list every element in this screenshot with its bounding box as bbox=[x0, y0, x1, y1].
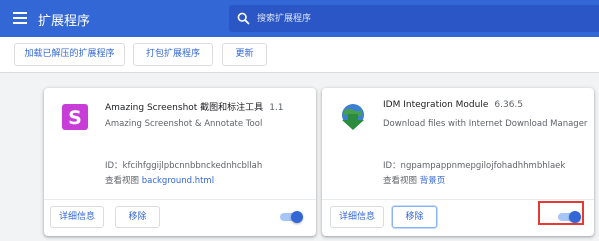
extension-description: Download files with Internet Download Ma… bbox=[383, 119, 588, 129]
svg-text:S: S bbox=[68, 107, 82, 129]
load-unpacked-button[interactable]: 加载已解压的扩展程序 bbox=[14, 43, 125, 66]
idm-globe-logo-icon bbox=[342, 104, 364, 130]
views-label: 查看视图 bbox=[105, 176, 140, 186]
extension-name: Amazing Screenshot 截图和标注工具 1.1 bbox=[105, 103, 284, 113]
extension-description: Amazing Screenshot & Annotate Tool bbox=[105, 119, 263, 129]
views-label: 查看视图 bbox=[383, 176, 418, 186]
card-footer: 详细信息 移除 bbox=[44, 199, 316, 236]
search-box[interactable] bbox=[229, 5, 599, 32]
background-page-link[interactable]: 背景页 bbox=[420, 176, 446, 186]
developer-toolbar: 加载已解压的扩展程序 打包扩展程序 更新 bbox=[0, 37, 599, 73]
hamburger-menu-icon[interactable] bbox=[13, 12, 27, 24]
extension-id: ID：ngpampappnmepgilojfohadhhmbhlaek bbox=[383, 161, 566, 171]
enable-toggle[interactable] bbox=[280, 211, 303, 223]
details-button[interactable]: 详细信息 bbox=[50, 206, 104, 228]
background-page-link[interactable]: background.html bbox=[142, 176, 214, 186]
header-bar: 扩展程序 bbox=[0, 0, 599, 37]
search-icon bbox=[237, 12, 250, 25]
extension-card-amazing-screenshot: S Amazing Screenshot 截图和标注工具 1.1 Amazing … bbox=[44, 88, 316, 236]
extension-name: IDM Integration Module 6.36.5 bbox=[383, 100, 524, 110]
pack-extension-button[interactable]: 打包扩展程序 bbox=[133, 43, 213, 66]
extension-version: 1.1 bbox=[269, 103, 284, 113]
extension-version: 6.36.5 bbox=[494, 100, 524, 110]
remove-button[interactable]: 移除 bbox=[115, 206, 160, 228]
details-button[interactable]: 详细信息 bbox=[330, 206, 384, 228]
update-button[interactable]: 更新 bbox=[222, 43, 267, 66]
extension-views: 查看视图 背景页 bbox=[383, 174, 445, 186]
remove-button[interactable]: 移除 bbox=[392, 206, 437, 228]
toggle-highlight-annotation bbox=[538, 201, 584, 225]
page-title: 扩展程序 bbox=[38, 14, 91, 29]
search-input[interactable] bbox=[257, 5, 587, 32]
extension-views: 查看视图 background.html bbox=[105, 174, 214, 186]
extension-id: ID：kfcihfggijlpbcnnbbnckednhcbllah bbox=[105, 161, 263, 171]
amazing-screenshot-logo-icon: S bbox=[62, 104, 88, 130]
